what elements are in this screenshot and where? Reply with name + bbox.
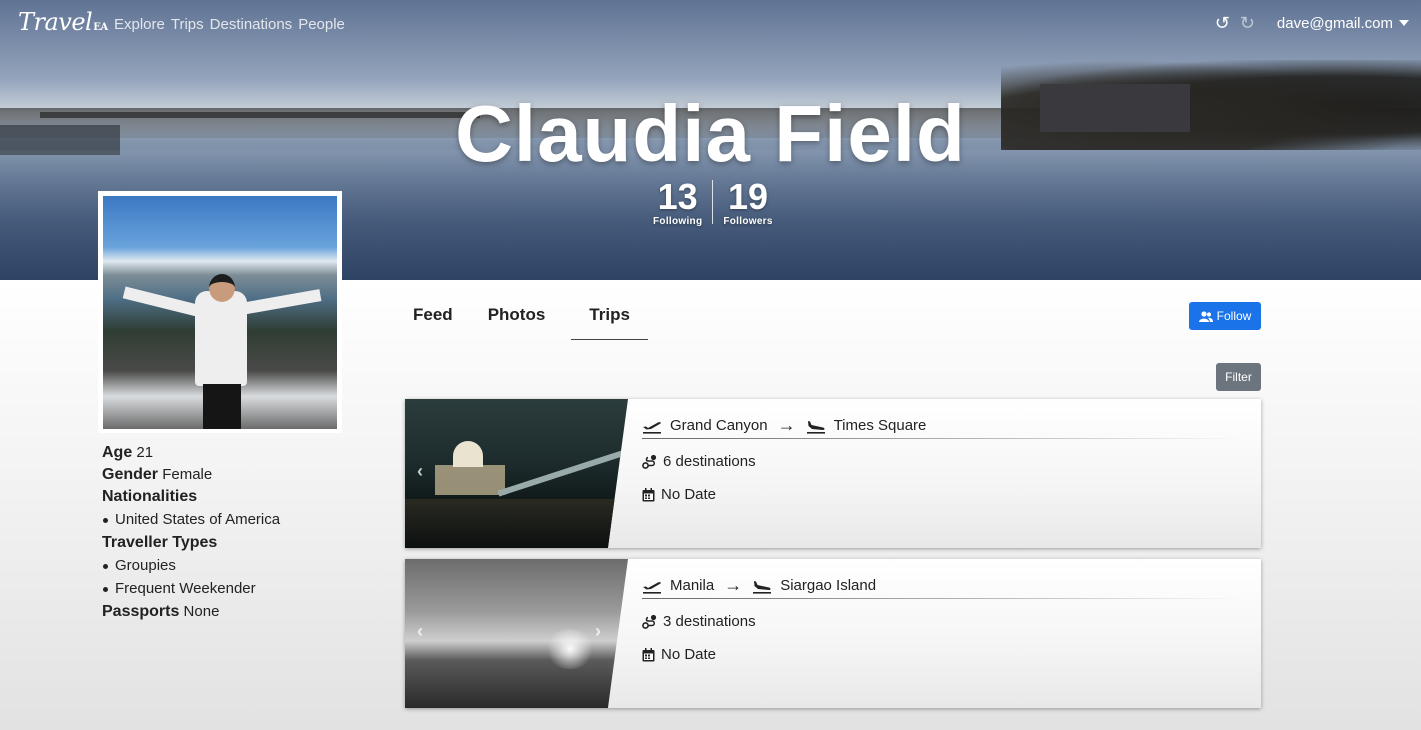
traveller-types-heading: Traveller Types: [102, 534, 218, 551]
trip-date: No Date: [642, 486, 1240, 503]
trip-card[interactable]: ‹ Grand Canyon → Times Square 6 destinat…: [405, 399, 1261, 548]
nationality-item: United States of America: [102, 509, 362, 531]
nav-links: Explore Trips Destinations People: [114, 16, 345, 33]
nav-link-people[interactable]: People: [298, 16, 345, 33]
profile-name: Claudia Field: [455, 89, 966, 178]
followers-stat[interactable]: 19 Followers: [719, 176, 776, 228]
carousel-next-icon[interactable]: ›: [595, 621, 601, 642]
carousel-prev-icon[interactable]: ‹: [417, 621, 423, 642]
arrow-right-icon: →: [777, 415, 796, 435]
nav-link-explore[interactable]: Explore: [114, 16, 165, 33]
nationalities-list: United States of America: [102, 509, 362, 531]
top-navbar: TravelEA Explore Trips Destinations Peop…: [0, 0, 1421, 50]
user-menu[interactable]: dave@gmail.com: [1277, 15, 1409, 32]
gender-value: Female: [162, 466, 213, 483]
trip-destination: Times Square: [833, 417, 927, 434]
route-icon: [642, 454, 657, 469]
filter-button[interactable]: Filter: [1216, 363, 1261, 391]
following-label: Following: [653, 216, 703, 227]
plane-departure-icon: [643, 421, 661, 434]
plane-departure-icon: [643, 581, 661, 594]
following-count: 13: [657, 176, 698, 217]
redo-icon[interactable]: ↻: [1240, 14, 1255, 32]
profile-picture[interactable]: [98, 191, 342, 433]
tab-feed[interactable]: Feed: [404, 300, 471, 340]
nationalities-heading: Nationalities: [102, 488, 198, 505]
nav-link-trips[interactable]: Trips: [171, 16, 204, 33]
user-group-icon: [1198, 310, 1213, 322]
trip-origin: Grand Canyon: [670, 417, 768, 434]
trip-origin: Manila: [670, 577, 715, 594]
passports-value: None: [183, 603, 220, 620]
traveller-types-list: Groupies Frequent Weekender: [102, 555, 362, 600]
stat-divider: [712, 180, 714, 224]
followers-count: 19: [728, 176, 769, 217]
follow-button[interactable]: Follow: [1189, 302, 1261, 330]
traveller-type-item: Groupies: [102, 555, 362, 577]
trip-thumbnail: ‹ ›: [405, 559, 628, 708]
trip-card[interactable]: ‹ › Manila → Siargao Island 3 destinatio…: [405, 559, 1261, 708]
trip-route: Grand Canyon → Times Square: [642, 399, 1240, 439]
calendar-icon: [642, 487, 655, 501]
followers-label: Followers: [723, 216, 773, 227]
trip-date: No Date: [642, 646, 1240, 663]
trip-destinations-count: 6 destinations: [642, 453, 1240, 470]
caret-down-icon: [1399, 20, 1409, 26]
traveller-type-item: Frequent Weekender: [102, 578, 362, 600]
following-stat[interactable]: 13 Following: [649, 176, 706, 228]
plane-arrival-icon: [806, 420, 825, 434]
user-email: dave@gmail.com: [1276, 14, 1393, 32]
trip-route: Manila → Siargao Island: [642, 559, 1240, 599]
logo[interactable]: TravelEA: [18, 8, 108, 36]
passports-row: Passports None: [102, 603, 220, 620]
follow-stats: 13 Following 19 Followers: [649, 176, 777, 228]
trip-thumbnail: ‹: [405, 399, 628, 548]
tab-photos[interactable]: Photos: [479, 300, 564, 340]
undo-icon[interactable]: ↺: [1215, 14, 1230, 32]
age-value: 21: [136, 444, 154, 461]
profile-tabs: Feed Photos Trips: [404, 300, 656, 340]
calendar-icon: [642, 647, 655, 661]
carousel-prev-icon[interactable]: ‹: [417, 461, 423, 482]
gender-row: Gender Female: [102, 466, 213, 483]
age-row: Age 21: [102, 444, 154, 461]
route-icon: [642, 614, 657, 629]
arrow-right-icon: →: [724, 575, 743, 595]
profile-details: Age 21 Gender Female Nationalities Unite…: [102, 442, 362, 623]
plane-arrival-icon: [753, 580, 772, 594]
tab-trips[interactable]: Trips: [571, 300, 648, 340]
trip-destinations-count: 3 destinations: [642, 613, 1240, 630]
trip-destination: Siargao Island: [780, 577, 877, 594]
nav-link-destinations[interactable]: Destinations: [210, 16, 293, 33]
